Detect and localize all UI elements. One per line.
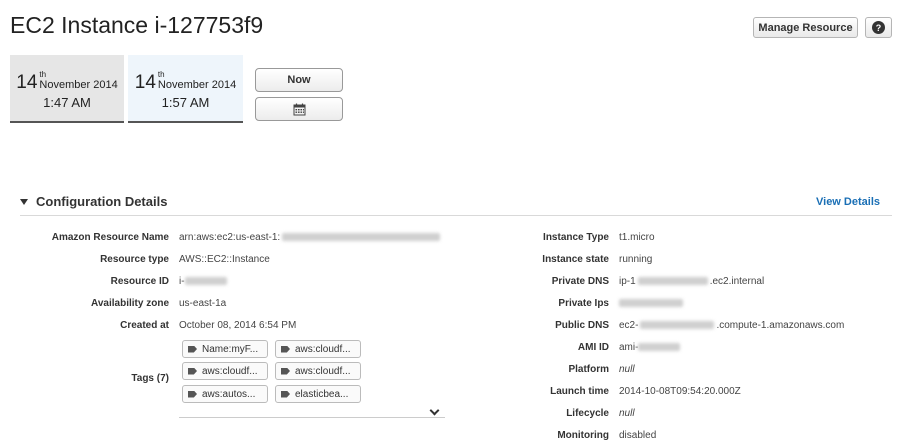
tag-label: aws:cloudf... xyxy=(295,365,351,377)
resource-type-value: AWS::EC2::Instance xyxy=(179,254,270,265)
tag-label: elasticbea... xyxy=(295,388,349,400)
ami-id-label: AMI ID xyxy=(577,342,609,353)
instance-type-value: t1.micro xyxy=(619,232,655,243)
public-dns-label: Public DNS xyxy=(555,320,609,331)
tag-icon xyxy=(281,367,290,375)
tags-list: Name:myF... aws:cloudf... aws:cloudf... … xyxy=(179,337,445,418)
availability-zone-label: Availability zone xyxy=(91,298,169,309)
arn-text: arn:aws:ec2:us-east-1: xyxy=(179,232,281,243)
private-dns-prefix: ip-1 xyxy=(619,276,636,287)
tag-label: aws:autos... xyxy=(202,388,256,400)
public-dns-value: ec2- .compute-1.amazonaws.com xyxy=(619,320,844,331)
tag-chip[interactable]: aws:cloudf... xyxy=(182,362,268,380)
calendar-icon xyxy=(293,103,305,115)
launch-time-label: Launch time xyxy=(550,386,609,397)
redacted-public-dns xyxy=(640,321,715,330)
timeline-card-selected[interactable]: 14 th November 2014 1:57 AM xyxy=(128,55,243,123)
platform-label: Platform xyxy=(568,364,609,375)
resource-id-value: i- xyxy=(179,276,227,287)
tags-label: Tags (7) xyxy=(131,373,169,384)
timeline-month: November 2014 xyxy=(39,79,118,91)
timeline-day-suffix: th xyxy=(157,70,165,79)
resource-id-label: Resource ID xyxy=(110,276,169,287)
availability-zone-value: us-east-1a xyxy=(179,298,227,309)
help-button[interactable]: ? xyxy=(865,17,892,38)
tag-label: aws:cloudf... xyxy=(295,343,351,355)
platform-value: null xyxy=(619,364,635,375)
public-dns-suffix: .compute-1.amazonaws.com xyxy=(716,320,845,331)
public-dns-prefix: ec2- xyxy=(619,320,639,331)
tag-label: aws:cloudf... xyxy=(202,365,258,377)
tag-icon xyxy=(188,367,197,375)
tag-chip[interactable]: aws:autos... xyxy=(182,385,268,403)
redacted-private-ip xyxy=(619,299,683,308)
tag-icon xyxy=(188,390,197,398)
instance-type-label: Instance Type xyxy=(543,232,609,243)
private-ips-label: Private Ips xyxy=(558,298,609,309)
view-details-link[interactable]: View Details xyxy=(816,196,880,208)
created-at-value: October 08, 2014 6:54 PM xyxy=(179,320,297,331)
tag-icon xyxy=(281,390,290,398)
instance-state-label: Instance state xyxy=(542,254,609,265)
expand-triangle-icon xyxy=(20,198,28,205)
private-ips-value xyxy=(619,298,683,309)
ami-id-prefix: ami- xyxy=(619,342,639,353)
tag-chip[interactable]: Name:myF... xyxy=(182,340,268,358)
now-button[interactable]: Now xyxy=(255,68,343,92)
redacted-account-id xyxy=(282,233,441,242)
page-title: EC2 Instance i-127753f9 xyxy=(10,12,264,38)
section-title: Configuration Details xyxy=(36,194,168,209)
redacted-ami-id xyxy=(638,343,681,352)
private-dns-label: Private DNS xyxy=(551,276,609,287)
resource-id-text: i- xyxy=(179,276,185,287)
timeline-month: November 2014 xyxy=(157,79,237,91)
tag-icon xyxy=(281,345,290,353)
ami-id-value: ami- xyxy=(619,342,681,353)
lifecycle-label: Lifecycle xyxy=(566,408,609,419)
resource-type-label: Resource type xyxy=(100,254,169,265)
monitoring-label: Monitoring xyxy=(557,430,609,441)
calendar-button[interactable] xyxy=(255,97,343,121)
tag-chip[interactable]: elasticbea... xyxy=(275,385,361,403)
lifecycle-value: null xyxy=(619,408,635,419)
arn-label: Amazon Resource Name xyxy=(51,232,169,243)
manage-resource-button[interactable]: Manage Resource xyxy=(753,17,858,38)
created-at-label: Created at xyxy=(120,320,169,331)
launch-time-value: 2014-10-08T09:54:20.000Z xyxy=(619,386,741,397)
redacted-resource-id xyxy=(184,277,227,286)
private-dns-suffix: .ec2.internal xyxy=(709,276,765,287)
tag-chip[interactable]: aws:cloudf... xyxy=(275,362,361,380)
chevron-down-icon[interactable] xyxy=(429,405,440,416)
timeline-time: 1:47 AM xyxy=(43,95,91,110)
configuration-details-toggle[interactable]: Configuration Details xyxy=(20,194,167,209)
monitoring-value: disabled xyxy=(619,430,657,441)
timeline-time: 1:57 AM xyxy=(161,95,210,110)
tag-label: Name:myF... xyxy=(202,343,259,355)
tag-chip[interactable]: aws:cloudf... xyxy=(275,340,361,358)
timeline-day: 14 xyxy=(16,72,38,93)
timeline-card[interactable]: 14 th November 2014 1:47 AM xyxy=(10,55,124,123)
redacted-private-dns xyxy=(637,277,708,286)
question-circle-icon: ? xyxy=(872,21,885,34)
section-divider xyxy=(20,215,892,216)
private-dns-value: ip-1 .ec2.internal xyxy=(619,276,764,287)
arn-value: arn:aws:ec2:us-east-1: xyxy=(179,232,441,243)
timeline-day-suffix: th xyxy=(39,70,47,79)
timeline-day: 14 xyxy=(134,72,156,93)
tag-icon xyxy=(188,345,197,353)
instance-state-value: running xyxy=(619,254,653,265)
